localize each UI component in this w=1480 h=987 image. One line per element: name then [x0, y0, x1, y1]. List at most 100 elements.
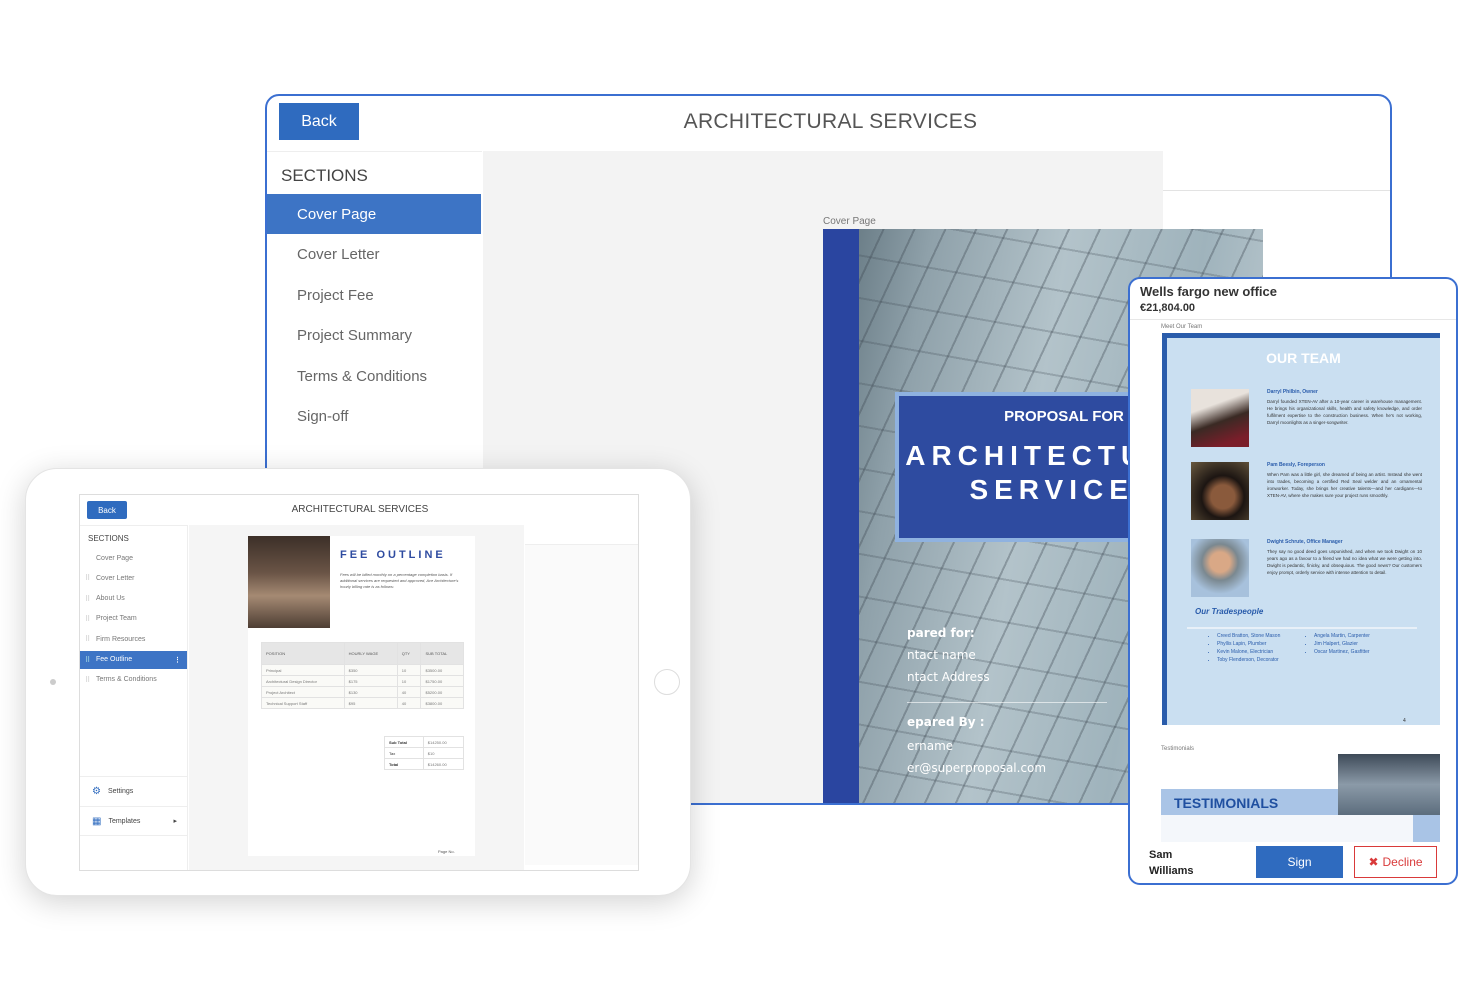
testimonials-accent	[1413, 815, 1440, 842]
totals-row: Sub Total $14250.00	[384, 736, 465, 748]
tradesperson: Phyllis Lapin, Plumber	[1217, 640, 1280, 648]
sidebar-item[interactable]: Project Summary	[267, 316, 481, 356]
totals-table: Sub Total $14250.00 Tax $10 Total $14260.00	[384, 736, 465, 770]
drag-handle-icon[interactable]: ⠿	[85, 615, 90, 623]
tradesperson: Creed Bratton, Stone Mason	[1217, 632, 1280, 640]
sections-sidebar: SECTIONS Cover Page ⠿ Cover Letter ⠿ About U…	[80, 525, 188, 870]
sidebar-item[interactable]: ⠿ Fee Outline ⋮	[80, 650, 187, 669]
drag-handle-icon[interactable]: ⠿	[85, 574, 90, 582]
member-name: Dwight Schrute, Office Manager	[1267, 539, 1343, 545]
table-cell: Principal	[261, 664, 345, 676]
column-header: SUB TOTAL	[420, 642, 464, 665]
table-cell: 40	[396, 697, 422, 709]
sign-button[interactable]: Sign	[1256, 846, 1343, 878]
sidebar-item[interactable]: ⠿ Cover Letter	[80, 569, 187, 587]
divider	[1187, 627, 1417, 629]
table-cell: Technical Support Staff	[261, 697, 345, 709]
prepared-for: pared for:	[907, 626, 975, 640]
templates-button[interactable]: ▦ Templates ▸	[80, 806, 187, 836]
proposal-price: €21,804.00	[1140, 302, 1196, 314]
contact-address: ntact Address	[907, 670, 990, 684]
fee-outline-page: FEE OUTLINE Fees will be billed monthly …	[248, 536, 475, 856]
settings-button[interactable]: ⚙ Settings	[80, 776, 187, 806]
signer-last: Williams	[1149, 865, 1194, 877]
drag-handle-icon[interactable]: ⠿	[85, 676, 90, 684]
page-title: ARCHITECTURAL SERVICES	[291, 504, 429, 515]
sidebar-item[interactable]: Sign-off	[267, 397, 481, 437]
member-bio: Darryl founded XTEN-AV after a 10-year c…	[1267, 399, 1422, 425]
sidebar-item[interactable]: Project Fee	[267, 275, 481, 315]
sidebar-item-label: Firm Resources	[96, 635, 146, 643]
right-pane	[1163, 151, 1390, 191]
totals-value: $10	[422, 747, 465, 759]
page-title: ARCHITECTURAL SERVICES	[683, 110, 978, 133]
table-cell: $3800.00	[420, 697, 464, 709]
table-cell: 40	[396, 686, 422, 698]
tablet-device: Back ARCHITECTURAL SERVICES SECTIONS Cov…	[25, 468, 691, 896]
sidebar-item[interactable]: Cover Letter	[267, 235, 481, 275]
sidebar-item[interactable]: ⠿ Terms & Conditions	[80, 671, 187, 689]
tradesperson: Toby Flenderson, Decorator	[1217, 656, 1280, 664]
sections-header: SECTIONS	[281, 166, 368, 185]
drag-handle-icon[interactable]: ⠿	[85, 635, 90, 643]
page-number: 4	[1403, 718, 1406, 724]
sidebar-item[interactable]: ⠿ Firm Resources	[80, 630, 187, 648]
column-header: POSITION	[261, 642, 345, 665]
table-row: Technical Support Staff $95 40 $3800.00	[261, 697, 464, 709]
decline-button[interactable]: ✖ Decline	[1354, 846, 1437, 878]
sidebar-item-label: Fee Outline	[96, 656, 133, 663]
x-icon: ✖	[1368, 855, 1379, 869]
column-header: QTY	[396, 642, 422, 665]
table-cell: $3500.00	[420, 664, 464, 676]
templates-label: Templates	[108, 817, 141, 825]
totals-row: Tax $10	[384, 747, 465, 759]
sidebar-item[interactable]: ⠿ About Us	[80, 590, 187, 608]
fee-title: FEE OUTLINE	[340, 549, 446, 561]
our-team-page: OUR TEAM Darryl Philbin, Owner Darryl fo…	[1162, 333, 1440, 725]
member-photo	[1191, 462, 1249, 520]
sidebar-item-label: Cover Page	[96, 554, 133, 562]
proposal-title: Wells fargo new office	[1140, 284, 1278, 299]
sidebar-item-label: Terms & Conditions	[96, 676, 157, 684]
tradespeople-heading: Our Tradespeople	[1195, 607, 1264, 616]
testimonials-body	[1161, 815, 1440, 842]
table-row: Principal $350 10 $3500.00	[261, 664, 464, 676]
sidebar-item[interactable]: Terms & Conditions	[267, 356, 481, 396]
table-cell: $175	[343, 675, 398, 687]
tradesperson: Angela Martin, Carpenter	[1314, 632, 1370, 640]
page-number: Page No.	[438, 849, 455, 854]
sidebar-item[interactable]: Cover Page	[267, 194, 481, 234]
testimonials-heading: TESTIMONIALS	[1161, 789, 1338, 815]
team-heading: OUR TEAM	[1266, 350, 1341, 366]
fee-description: Fees will be billed monthly on a percent…	[340, 572, 459, 589]
settings-label: Settings	[107, 788, 134, 795]
table-cell: $350	[343, 664, 398, 676]
team-section-label: Meet Our Team	[1161, 324, 1203, 330]
table-cell: $5200.00	[420, 686, 464, 698]
divider	[907, 702, 1107, 703]
table-cell: Architectural Design Director	[261, 675, 345, 687]
prepared-by: epared By :	[907, 715, 985, 729]
signer-name: Sam Williams	[1149, 847, 1194, 879]
sidebar-item[interactable]: Cover Page	[80, 549, 187, 567]
sidebar-item[interactable]: ⠿ Project Team	[80, 610, 187, 628]
signer-first: Sam	[1149, 849, 1173, 861]
sidebar-item-label: Project Team	[96, 615, 137, 623]
more-icon[interactable]: ⋮	[174, 656, 181, 664]
gear-icon: ⚙	[92, 786, 101, 797]
testimonials-label: Testimonials	[1161, 746, 1195, 752]
sidebar-item-label: Cover Letter	[96, 574, 135, 582]
totals-value: $14250.00	[422, 736, 465, 748]
caret-right-icon: ▸	[173, 818, 177, 825]
table-cell: $1750.00	[420, 675, 464, 687]
table-cell: 10	[396, 675, 422, 687]
drag-handle-icon[interactable]: ⠿	[85, 595, 90, 603]
totals-value: $14260.00	[422, 758, 465, 770]
member-bio: They say no good deed goes unpunished, a…	[1267, 549, 1422, 575]
sidebar-item-label: About Us	[96, 595, 125, 603]
member-name: Darryl Philbin, Owner	[1267, 389, 1318, 395]
totals-label: Total	[384, 758, 424, 770]
tradespeople-list: Angela Martin, CarpenterJim Halpert, Gla…	[1306, 632, 1370, 656]
drag-handle-icon[interactable]: ⠿	[85, 656, 90, 664]
signing-panel: Wells fargo new office €21,804.00 Meet O…	[1128, 277, 1458, 885]
